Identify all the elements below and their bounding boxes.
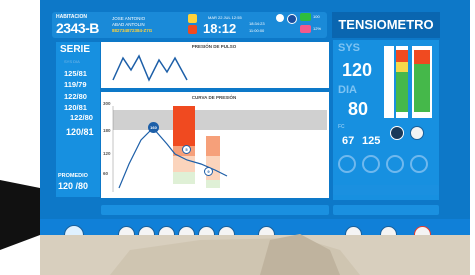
battery-low-icon bbox=[300, 25, 311, 33]
battery-label: 100 bbox=[313, 14, 320, 19]
badge-label: 12% bbox=[313, 26, 322, 31]
dial-3[interactable] bbox=[386, 155, 404, 173]
fc-label: FC bbox=[338, 124, 345, 130]
serie-item[interactable]: 122/80 bbox=[64, 92, 87, 101]
alarm-icon[interactable] bbox=[188, 14, 197, 23]
dial-1[interactable] bbox=[338, 155, 356, 173]
warning-icon[interactable] bbox=[188, 25, 197, 34]
serie-header: SYS DIA bbox=[64, 59, 80, 64]
date-text: MAR 22 JUL bbox=[208, 15, 231, 20]
fan-icon[interactable] bbox=[410, 126, 424, 140]
photo-scene: HABITACION 2343-B JOSE ANTONIO ABAD ANTO… bbox=[0, 0, 475, 275]
serie-item-selected[interactable]: 120/81 bbox=[66, 127, 94, 137]
serie-item[interactable]: 120/81 bbox=[64, 103, 87, 112]
time-small-1: 18:34:23 bbox=[249, 21, 265, 26]
fc-value-secondary: 125 bbox=[362, 135, 381, 147]
time-small-2: 11:00:00 bbox=[249, 28, 265, 33]
curve-marker[interactable]: 5 bbox=[182, 145, 191, 154]
sys-value: 120 bbox=[342, 60, 373, 80]
dial-4[interactable] bbox=[410, 155, 428, 173]
serie-item[interactable]: 125/81 bbox=[64, 69, 87, 78]
dia-value: 80 bbox=[348, 99, 369, 119]
fc-value: 67 bbox=[342, 135, 355, 147]
date-label: MAR 22 JUL 12:55 bbox=[208, 15, 242, 20]
date-extra: 12:55 bbox=[231, 15, 242, 20]
serie-item[interactable]: 119/79 bbox=[64, 80, 87, 89]
battery-icon bbox=[300, 13, 311, 21]
y-tick: 180 bbox=[103, 128, 111, 133]
app-title: TENSIOMETRO bbox=[332, 12, 440, 38]
y-tick: 60 bbox=[103, 171, 109, 176]
curve-marker[interactable]: 160 bbox=[148, 122, 159, 133]
wifi-icon bbox=[276, 14, 284, 22]
sys-label: SYS bbox=[338, 42, 361, 54]
device-base-photo bbox=[0, 180, 470, 275]
clock-time: 18:12 bbox=[203, 21, 237, 36]
promedio-label: PROMEDIO bbox=[58, 173, 88, 179]
power-icon[interactable] bbox=[390, 126, 404, 140]
dia-label: DIA bbox=[338, 84, 357, 96]
y-tick: 300 bbox=[103, 101, 111, 106]
bluetooth-icon bbox=[287, 14, 297, 24]
curve-marker[interactable]: 9 bbox=[204, 167, 213, 176]
level-meters bbox=[384, 46, 432, 118]
dial-2[interactable] bbox=[362, 155, 380, 173]
habitacion-number: 2343-B bbox=[56, 20, 99, 36]
serie-item[interactable]: 122/80 bbox=[70, 113, 93, 122]
y-tick: 120 bbox=[103, 151, 111, 156]
patient-info: JOSE ANTONIO ABAD ANTOLIN 882734872384-Z… bbox=[112, 16, 152, 34]
patient-code: 882734872384-Z7G bbox=[112, 28, 153, 33]
pulse-waveform bbox=[112, 54, 188, 82]
serie-title: SERIE bbox=[60, 44, 91, 55]
